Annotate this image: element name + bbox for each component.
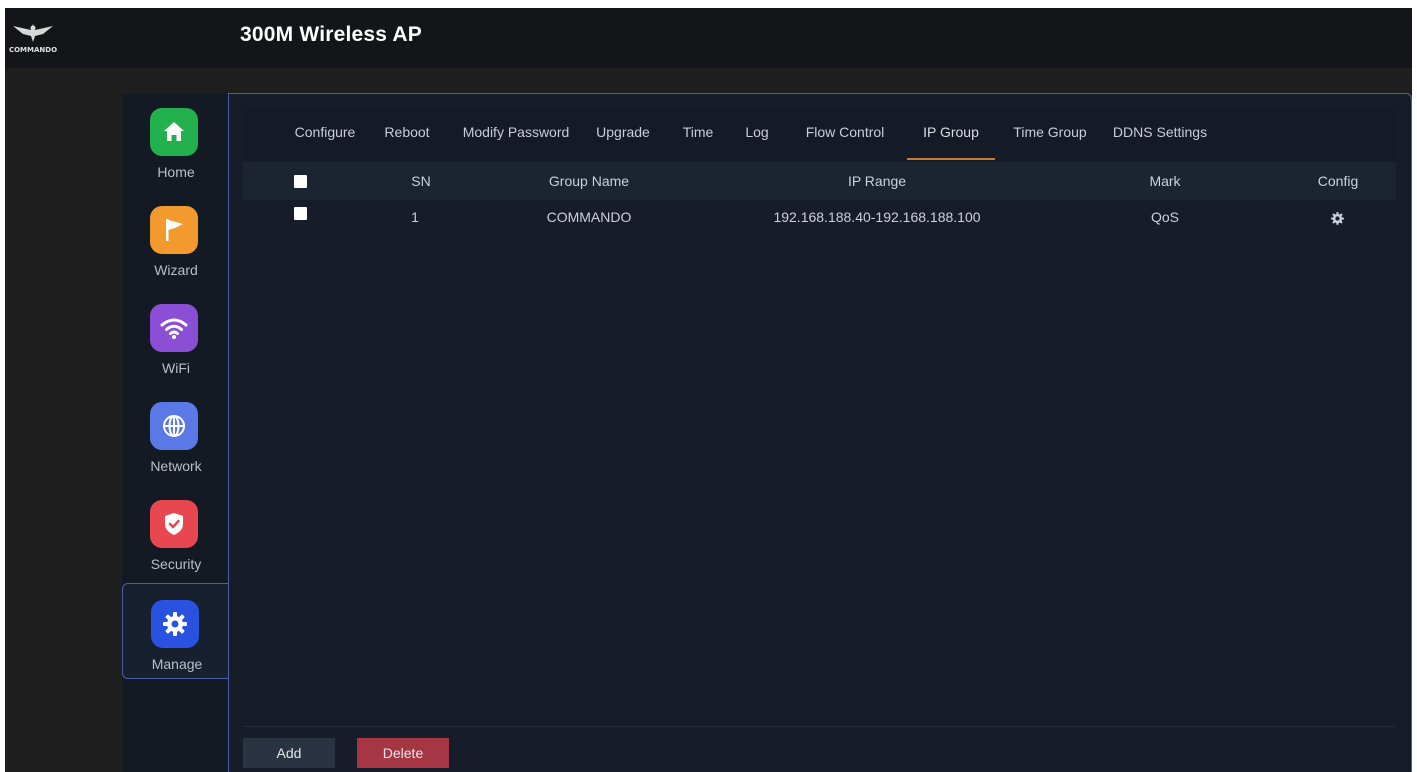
row-ip-range: 192.168.188.40-192.168.188.100 bbox=[773, 209, 981, 225]
sidebar-item-label: Manage bbox=[151, 656, 203, 672]
tab-upgrade[interactable]: Upgrade bbox=[587, 124, 659, 160]
tab-configure[interactable]: Configure bbox=[281, 124, 369, 160]
tab-ddns-settings[interactable]: DDNS Settings bbox=[1105, 124, 1215, 160]
column-header-group-name: Group Name bbox=[548, 173, 630, 189]
tab-modify-password[interactable]: Modify Password bbox=[453, 124, 579, 160]
sidebar-item-label: Home bbox=[157, 164, 195, 180]
tab-time[interactable]: Time bbox=[673, 124, 723, 160]
column-header-sn: SN bbox=[411, 173, 431, 189]
top-bar: COMMANDO 300M Wireless AP bbox=[5, 8, 1412, 68]
sidebar-item-home[interactable]: Home bbox=[122, 94, 230, 186]
row-mark: QoS bbox=[1150, 209, 1180, 225]
column-header-ip-range: IP Range bbox=[847, 173, 907, 189]
shield-icon bbox=[150, 500, 198, 548]
sidebar-item-label: Network bbox=[150, 458, 202, 474]
table-row: 1 COMMANDO 192.168.188.40-192.168.188.10… bbox=[243, 200, 1396, 238]
config-gear-icon[interactable] bbox=[1329, 210, 1346, 227]
table-header: SN Group Name IP Range Mark Config bbox=[243, 162, 1396, 200]
sidebar-item-label: WiFi bbox=[162, 360, 190, 376]
main-panel: Configure Reboot Modify Password Upgrade… bbox=[228, 93, 1412, 772]
tab-bar: Configure Reboot Modify Password Upgrade… bbox=[243, 108, 1396, 160]
globe-icon bbox=[150, 402, 198, 450]
logo-text: COMMANDO bbox=[9, 46, 57, 54]
sidebar-item-network[interactable]: Network bbox=[122, 388, 230, 480]
app-frame: COMMANDO 300M Wireless AP Home Wizard Wi… bbox=[5, 8, 1412, 772]
row-checkbox[interactable] bbox=[294, 207, 307, 220]
sidebar-item-security[interactable]: Security bbox=[122, 486, 230, 578]
tab-flow-control[interactable]: Flow Control bbox=[797, 124, 893, 160]
sidebar: Home Wizard WiFi Network Security Manage bbox=[122, 94, 230, 772]
app-title: 300M Wireless AP bbox=[240, 23, 422, 46]
wifi-icon bbox=[150, 304, 198, 352]
column-header-mark: Mark bbox=[1149, 173, 1181, 189]
sidebar-item-wifi[interactable]: WiFi bbox=[122, 290, 230, 382]
footer-divider bbox=[243, 726, 1396, 727]
tab-ip-group[interactable]: IP Group bbox=[907, 124, 995, 160]
row-group-name: COMMANDO bbox=[546, 209, 632, 225]
gear-icon bbox=[151, 600, 199, 648]
sidebar-item-label: Security bbox=[150, 556, 202, 572]
sidebar-item-wizard[interactable]: Wizard bbox=[122, 192, 230, 284]
add-button[interactable]: Add bbox=[243, 738, 335, 768]
row-sn: 1 bbox=[411, 209, 419, 225]
select-all-checkbox[interactable] bbox=[294, 175, 307, 188]
delete-button[interactable]: Delete bbox=[357, 738, 449, 768]
column-header-config: Config bbox=[1317, 173, 1359, 189]
tab-log[interactable]: Log bbox=[739, 124, 775, 160]
tab-time-group[interactable]: Time Group bbox=[1005, 124, 1095, 160]
home-icon bbox=[150, 108, 198, 156]
flag-icon bbox=[150, 206, 198, 254]
sidebar-item-label: Wizard bbox=[154, 262, 198, 278]
commando-logo: COMMANDO bbox=[9, 18, 57, 58]
sidebar-item-manage[interactable]: Manage bbox=[122, 583, 230, 679]
tab-reboot[interactable]: Reboot bbox=[377, 124, 437, 160]
